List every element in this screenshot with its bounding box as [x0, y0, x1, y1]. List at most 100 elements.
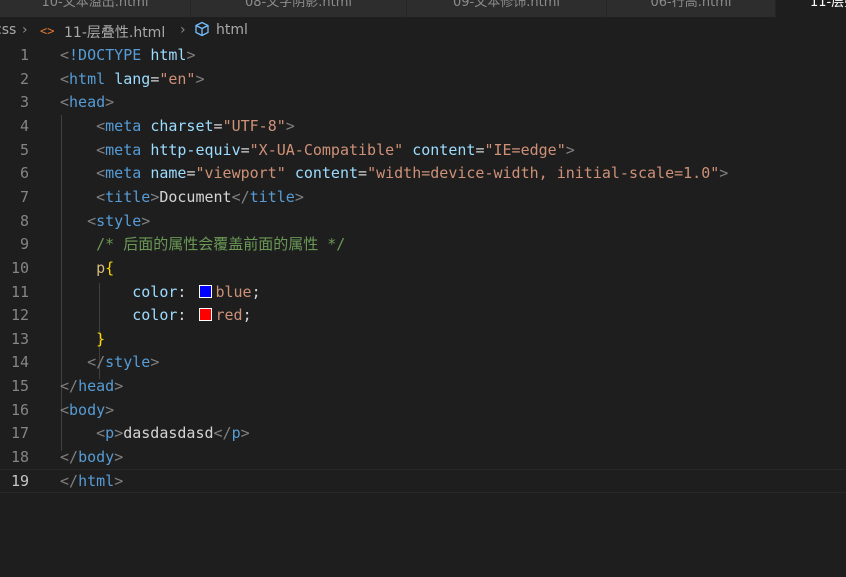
tab-11-cascade[interactable]: 11-层叠性.html: [776, 0, 846, 17]
line-number: 17: [10, 424, 29, 443]
tab-label: 09-文本修饰.html: [453, 0, 560, 10]
code-token: meta: [105, 140, 142, 159]
code-line[interactable]: 11 color: blue;: [0, 280, 846, 304]
code-token: </: [60, 471, 79, 490]
code-token: <: [96, 140, 106, 159]
line-number: 9: [19, 235, 29, 254]
code-token: >: [114, 448, 124, 467]
html-file-icon: <>: [40, 24, 55, 38]
line-number: 12: [10, 306, 29, 325]
code-text: <html lang="en">: [60, 67, 205, 91]
code-token: p: [105, 424, 115, 443]
code-line[interactable]: 15 </head>: [0, 374, 846, 398]
code-token: content: [294, 164, 359, 183]
code-token: "IE=edge": [484, 140, 566, 159]
code-line[interactable]: 3 <head>: [0, 90, 846, 114]
code-token: :: [177, 282, 196, 301]
code-token: >: [565, 140, 575, 159]
code-line[interactable]: 2 <html lang="en">: [0, 67, 846, 91]
code-token: <: [96, 164, 106, 183]
line-number: 19: [10, 471, 29, 490]
breadcrumb-file[interactable]: 11-层叠性.html: [64, 22, 165, 42]
code-line[interactable]: 13 }: [0, 327, 846, 351]
code-line[interactable]: 14 </style>: [0, 350, 846, 374]
code-token: html: [78, 471, 115, 490]
line-number: 15: [10, 377, 29, 396]
code-token: color: [132, 306, 178, 325]
code-token: color: [132, 282, 178, 301]
code-line[interactable]: 6 <meta name="viewport" content="width=d…: [0, 161, 846, 185]
code-line[interactable]: 17 <p>dasdasdasd</p>: [0, 421, 846, 445]
code-token: }: [96, 329, 106, 348]
breadcrumb: css › <> 11-层叠性.html › html: [0, 17, 846, 45]
code-line[interactable]: 16 <body>: [0, 398, 846, 422]
code-line[interactable]: 10 p{: [0, 256, 846, 280]
code-editor[interactable]: 1 <!DOCTYPE html> 2 <html lang="en"> 3 <head>…: [0, 43, 846, 577]
breadcrumb-element[interactable]: html: [216, 22, 248, 38]
code-token: html: [69, 69, 106, 88]
code-token: =: [358, 164, 368, 183]
code-token: >: [105, 93, 115, 112]
tab-10-text-overflow[interactable]: 10-文本溢出.html: [0, 0, 191, 17]
code-line[interactable]: 19 </html>: [0, 469, 846, 493]
code-line[interactable]: 1 <!DOCTYPE html>: [0, 43, 846, 67]
code-text: <meta charset="UTF-8">: [60, 114, 295, 138]
code-token: <: [60, 46, 70, 64]
code-token: "width=device-width, initial-scale=1.0": [367, 164, 720, 183]
code-line[interactable]: 5 <meta http-equiv="X-UA-Compatible" con…: [0, 138, 846, 162]
code-text: /* 后面的属性会覆盖前面的属性 */: [60, 232, 345, 256]
code-line[interactable]: 12 color: red;: [0, 303, 846, 327]
tab-06-line-height[interactable]: 06-行高.html: [607, 0, 776, 17]
line-number: 13: [10, 329, 29, 348]
line-number: 7: [19, 187, 29, 206]
code-token: lang: [114, 69, 151, 88]
code-token: >: [105, 400, 115, 419]
code-line[interactable]: 9 /* 后面的属性会覆盖前面的属性 */: [0, 232, 846, 256]
code-line[interactable]: 7 <title>Document</title>: [0, 185, 846, 209]
code-text: <title>Document</title>: [60, 185, 304, 209]
code-line[interactable]: 18 </body>: [0, 445, 846, 469]
code-token: red: [215, 306, 243, 325]
code-token: >: [141, 211, 151, 230]
tab-08-text-shadow[interactable]: 08-文字阴影.html: [191, 0, 407, 17]
line-number: 5: [19, 140, 29, 159]
line-number: 1: [19, 46, 29, 64]
code-token: title: [105, 187, 151, 206]
code-token: </: [213, 424, 232, 443]
tab-09-text-decoration[interactable]: 09-文本修饰.html: [407, 0, 607, 17]
code-token: name: [150, 164, 187, 183]
color-swatch[interactable]: [199, 284, 213, 298]
code-token: "UTF-8": [222, 116, 286, 135]
code-token: >: [114, 377, 124, 396]
breadcrumb-folder[interactable]: css: [0, 22, 16, 38]
code-token: html: [150, 46, 187, 64]
code-text: </body>: [60, 445, 123, 469]
code-token: body: [69, 400, 106, 419]
line-number: 2: [19, 69, 29, 88]
code-text: <meta http-equiv="X-UA-Compatible" conte…: [60, 138, 575, 162]
line-number: 6: [19, 164, 29, 183]
code-line[interactable]: 4 <meta charset="UTF-8">: [0, 114, 846, 138]
code-token: </: [60, 377, 79, 396]
code-token: </: [60, 448, 79, 467]
line-number: 16: [10, 400, 29, 419]
code-token: "viewport": [195, 164, 286, 183]
tab-label: 11-层叠性.html: [810, 0, 846, 10]
code-token: </: [87, 353, 106, 372]
code-line[interactable]: 8 <style>: [0, 209, 846, 233]
color-swatch[interactable]: [199, 308, 213, 322]
code-token: meta: [105, 116, 142, 135]
code-token: <: [60, 400, 70, 419]
code-token: <: [60, 69, 70, 88]
